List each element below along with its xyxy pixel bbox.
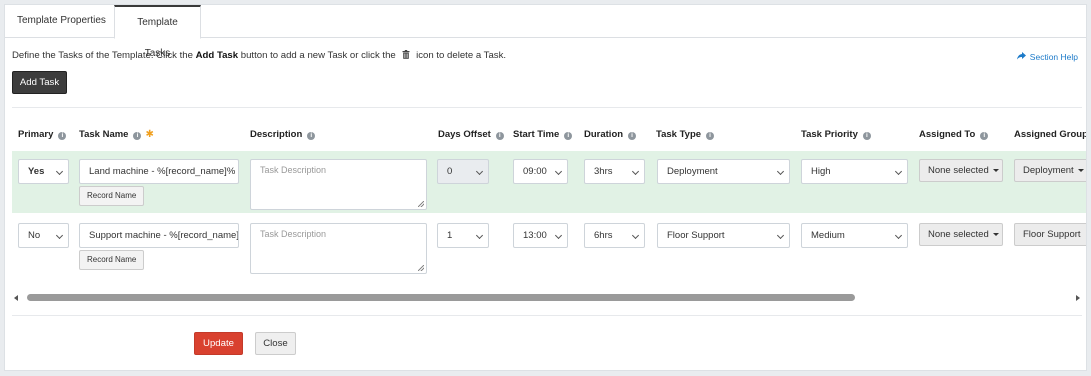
record-name-chip[interactable]: Record Name	[79, 186, 145, 206]
record-name-chip[interactable]: Record Name	[79, 250, 145, 270]
intro-bold-add-task: Add Task	[195, 50, 239, 61]
template-editor-panel: Template Properties Template Tasks Defin…	[4, 4, 1087, 371]
info-icon: i	[495, 132, 504, 140]
duration-select[interactable]: 3hrs	[584, 159, 645, 184]
info-icon: i	[706, 132, 715, 140]
column-header-task-type-label: Task Type	[656, 129, 702, 140]
info-icon: i	[307, 132, 316, 140]
primary-select[interactable]: No	[18, 223, 69, 248]
assigned-to-value: None selected	[928, 165, 989, 176]
tab-bar: Template Properties Template Tasks	[5, 5, 1086, 59]
column-header-start-time: Start Time i	[513, 129, 573, 140]
add-task-button[interactable]: Add Task	[12, 71, 67, 94]
assigned-group-value: Floor Support	[1023, 229, 1081, 240]
column-header-duration-label: Duration	[584, 129, 624, 140]
assigned-group-dropdown[interactable]: Deployment	[1014, 159, 1086, 182]
divider-bottom	[12, 315, 1082, 316]
task-row: No Support machine - %[record_name]% Rec…	[12, 213, 1086, 274]
column-header-assigned-group-label: Assigned Group	[1014, 129, 1087, 140]
resize-grip-icon[interactable]	[418, 265, 424, 271]
task-type-select[interactable]: Floor Support	[657, 223, 790, 248]
primary-select[interactable]: Yes	[18, 159, 69, 184]
scroll-left-arrow-icon[interactable]	[14, 295, 18, 301]
section-help-label: Section Help	[1029, 52, 1078, 62]
duration-select[interactable]: 6hrs	[584, 223, 645, 248]
start-time-select[interactable]: 13:00	[513, 223, 568, 248]
column-header-start-time-label: Start Time	[513, 129, 560, 140]
tab-template-properties[interactable]: Template Properties	[5, 5, 118, 38]
info-icon: i	[862, 132, 871, 140]
caret-down-icon	[1077, 169, 1084, 172]
share-arrow-icon	[1016, 52, 1026, 62]
task-priority-select[interactable]: Medium	[801, 223, 908, 248]
scrollbar-thumb[interactable]	[27, 294, 855, 301]
column-header-primary: Primary i	[18, 129, 67, 140]
task-type-select[interactable]: Deployment	[657, 159, 790, 184]
column-header-days-offset-label: Days Offset	[438, 129, 491, 140]
update-button[interactable]: Update	[194, 332, 243, 355]
column-header-task-priority-label: Task Priority	[801, 129, 858, 140]
intro-part-2: button to add a new Task or click the	[238, 50, 399, 61]
column-header-task-name-label: Task Name	[79, 129, 129, 140]
column-header-duration: Duration i	[584, 129, 637, 140]
caret-down-icon	[992, 233, 999, 236]
caret-down-icon	[992, 169, 999, 172]
assigned-group-dropdown[interactable]: Floor Support	[1014, 223, 1086, 246]
info-icon: i	[564, 132, 573, 140]
info-icon: i	[133, 132, 142, 140]
description-placeholder: Task Description	[260, 229, 327, 239]
section-help-link[interactable]: Section Help	[1016, 52, 1078, 62]
column-header-assigned-to-label: Assigned To	[919, 129, 976, 140]
task-name-input[interactable]: Land machine - %[record_name]%	[79, 159, 239, 184]
intro-part-3: icon to delete a Task.	[413, 50, 507, 61]
days-offset-select[interactable]: 0	[437, 159, 489, 184]
description-placeholder: Task Description	[260, 165, 327, 175]
column-header-primary-label: Primary	[18, 129, 54, 140]
task-row: Yes Land machine - %[record_name]% Recor…	[12, 151, 1086, 213]
intro-text: Define the Tasks of the Template. Click …	[12, 50, 506, 61]
description-textarea[interactable]: Task Description	[250, 159, 427, 210]
required-star-icon: ✱	[145, 129, 154, 140]
task-name-input[interactable]: Support machine - %[record_name]%	[79, 223, 239, 248]
assigned-group-value: Deployment	[1023, 165, 1074, 176]
intro-part-1: Define the Tasks of the Template. Click …	[12, 50, 196, 61]
info-icon: i	[58, 132, 67, 140]
column-header-assigned-to: Assigned To i	[919, 129, 989, 140]
task-priority-select[interactable]: High	[801, 159, 908, 184]
assigned-to-dropdown[interactable]: None selected	[919, 223, 1003, 246]
close-button[interactable]: Close	[255, 332, 296, 355]
description-textarea[interactable]: Task Description	[250, 223, 427, 274]
divider-top	[12, 107, 1082, 108]
column-header-task-priority: Task Priority i	[801, 129, 871, 140]
tab-template-tasks[interactable]: Template Tasks	[114, 5, 201, 59]
start-time-select[interactable]: 09:00	[513, 159, 568, 184]
column-header-description: Description i	[250, 129, 316, 140]
info-icon: i	[628, 132, 637, 140]
column-header-assigned-group: Assigned Group	[1014, 129, 1087, 140]
info-icon: i	[980, 132, 989, 140]
days-offset-select[interactable]: 1	[437, 223, 489, 248]
column-header-description-label: Description	[250, 129, 303, 140]
column-header-task-name: Task Name i ✱	[79, 129, 154, 140]
resize-grip-icon[interactable]	[418, 201, 424, 207]
trash-icon	[402, 50, 410, 59]
column-header-task-type: Task Type i	[656, 129, 715, 140]
assigned-to-value: None selected	[928, 229, 989, 240]
column-header-days-offset: Days Offset i	[438, 129, 504, 140]
horizontal-scrollbar[interactable]	[12, 292, 1082, 304]
scroll-right-arrow-icon[interactable]	[1076, 295, 1080, 301]
assigned-to-dropdown[interactable]: None selected	[919, 159, 1003, 182]
